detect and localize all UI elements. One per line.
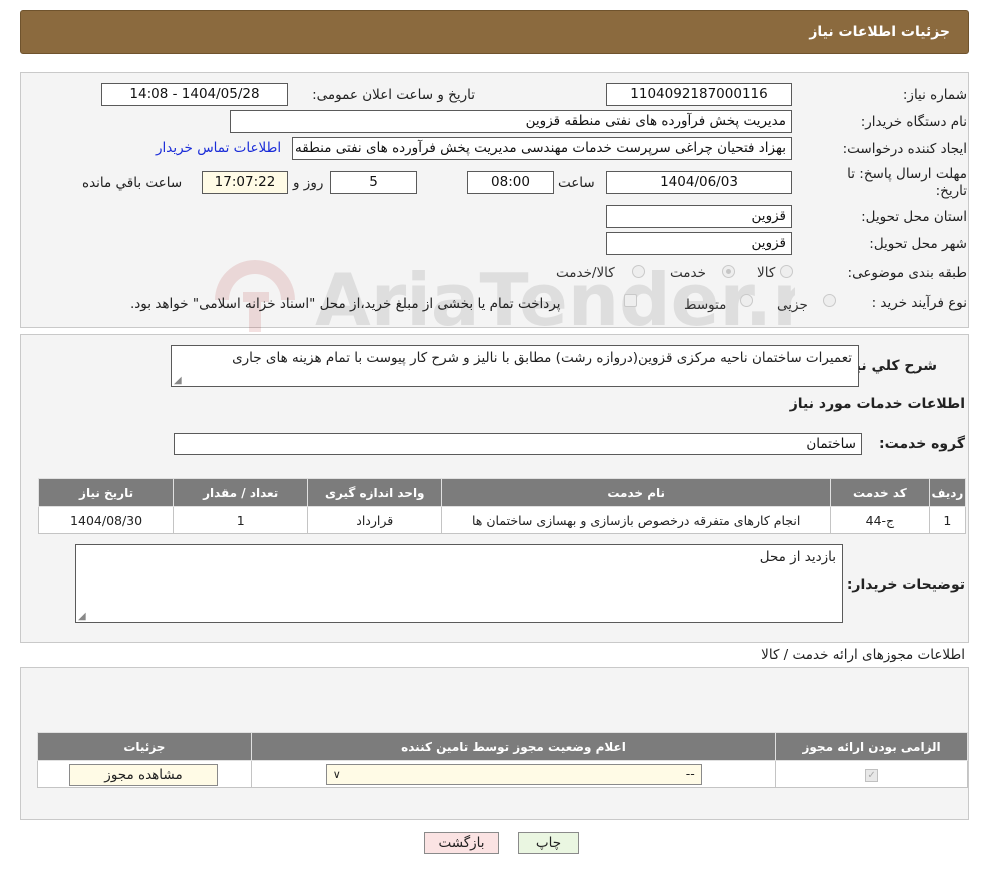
permit-status-value: -- — [685, 766, 695, 781]
view-permit-button[interactable]: مشاهده مجوز — [69, 764, 218, 786]
days-field: 5 — [330, 171, 417, 194]
cell-service-name: انجام کارهای متفرقه درخصوص بازسازی و بهس… — [441, 506, 832, 534]
province-label: استان محل تحویل: — [861, 209, 967, 225]
service-group-label: گروه خدمت: — [879, 436, 965, 452]
col-unit: واحد اندازه گیری — [307, 478, 443, 507]
col-service-code: کد خدمت — [830, 478, 930, 507]
category-goods-label: کالا — [757, 265, 776, 281]
category-service-radio[interactable] — [722, 265, 735, 278]
cell-quantity: 1 — [173, 506, 309, 534]
services-title: اطلاعات خدمات مورد نیاز — [789, 396, 965, 412]
city-field: قزوین — [606, 232, 792, 255]
buyer-notes-label: توضیحات خریدار: — [846, 577, 965, 593]
days-label: روز و — [293, 175, 324, 191]
category-goods-radio[interactable] — [780, 265, 793, 278]
process-label: نوع فرآیند خرید : — [871, 295, 967, 311]
need-number-field: 1104092187000116 — [606, 83, 792, 106]
need-number-label: شماره نیاز: — [902, 87, 967, 103]
announce-date-label: تاریخ و ساعت اعلان عمومی: — [312, 87, 475, 103]
province-field: قزوین — [606, 205, 792, 228]
city-label: شهر محل تحویل: — [869, 236, 967, 252]
col-quantity: تعداد / مقدار — [173, 478, 309, 507]
category-goods-service-label: کالا/خدمت — [556, 265, 615, 281]
cell-permit-status: ∨ -- — [250, 760, 777, 788]
permit-status-select[interactable]: ∨ -- — [325, 764, 702, 785]
services-table: ردیف کد خدمت نام خدمت واحد اندازه گیری ت… — [37, 478, 967, 534]
process-medium-label: متوسط — [684, 297, 727, 313]
buyer-notes-textarea: بازدید از محل ◢ — [75, 544, 843, 623]
remaining-time-label: ساعت باقي مانده — [82, 175, 183, 191]
category-label: طبقه بندی موضوعی: — [847, 265, 967, 281]
permit-required-checkbox: ✓ — [865, 769, 879, 782]
deadline-time-label: ساعت — [558, 175, 595, 191]
category-service-label: خدمت — [670, 265, 706, 281]
process-minor-radio[interactable] — [823, 294, 836, 307]
col-service-name: نام خدمت — [441, 478, 832, 507]
remaining-time-field: 17:07:22 — [202, 171, 288, 194]
announce-date-field: 1404/05/28 - 14:08 — [101, 83, 288, 106]
summary-text: تعمیرات ساختمان ناحیه مرکزی قزوین(دروازه… — [232, 350, 852, 366]
col-need-date: تاریخ نیاز — [37, 478, 175, 507]
creator-label: ایجاد کننده درخواست: — [842, 141, 967, 157]
buyer-contact-link[interactable]: اطلاعات تماس خریدار — [156, 140, 281, 156]
cell-permit-required: ✓ — [775, 760, 968, 788]
page-title: جزئیات اطلاعات نیاز — [809, 24, 950, 40]
cell-unit: قرارداد — [307, 506, 443, 534]
permits-table-header: الزامی بودن ارائه مجوز اعلام وضعیت مجوز … — [37, 732, 968, 761]
services-table-header: ردیف کد خدمت نام خدمت واحد اندازه گیری ت… — [37, 478, 967, 507]
resize-handle-icon[interactable]: ◢ — [174, 375, 182, 386]
buyer-org-field: مدیریت پخش فرآورده های نفتی منطقه قزوین — [230, 110, 792, 133]
page-header: جزئیات اطلاعات نیاز — [20, 10, 969, 54]
summary-textarea: تعمیرات ساختمان ناحیه مرکزی قزوین(دروازه… — [171, 345, 859, 387]
deadline-date-field: 1404/06/03 — [606, 171, 792, 194]
process-minor-label: جزیی — [777, 297, 808, 313]
col-row-number: ردیف — [928, 478, 967, 507]
buyer-org-label: نام دستگاه خریدار: — [860, 114, 967, 130]
cell-service-code: ج-44 — [830, 506, 930, 534]
service-group-field: ساختمان — [174, 433, 862, 455]
buyer-notes-text: بازدید از محل — [759, 549, 836, 565]
deadline-time-field: 08:00 — [467, 171, 554, 194]
resize-handle-icon[interactable]: ◢ — [78, 611, 86, 622]
process-medium-radio[interactable] — [740, 294, 753, 307]
treasury-note: پرداخت تمام یا بخشی از مبلغ خرید،از محل … — [130, 296, 561, 312]
cell-permit-details: مشاهده مجوز — [37, 760, 252, 788]
category-goods-service-radio[interactable] — [632, 265, 645, 278]
col-permit-details: جزئیات — [37, 732, 252, 761]
col-permit-status: اعلام وضعیت مجوز توسط تامین کننده — [250, 732, 777, 761]
cell-row-number: 1 — [928, 506, 967, 534]
print-button[interactable]: چاپ — [518, 832, 579, 854]
cell-need-date: 1404/08/30 — [37, 506, 175, 534]
back-button[interactable]: بازگشت — [424, 832, 499, 854]
deadline-label: مهلت ارسال پاسخ: تا تاریخ: — [847, 166, 967, 199]
permits-table: الزامی بودن ارائه مجوز اعلام وضعیت مجوز … — [37, 732, 968, 788]
treasury-checkbox[interactable] — [624, 294, 637, 307]
permits-title: اطلاعات مجوزهای ارائه خدمت / کالا — [761, 647, 965, 663]
table-row: 1 ج-44 انجام کارهای متفرقه درخصوص بازساز… — [37, 506, 967, 534]
chevron-down-icon: ∨ — [332, 768, 341, 781]
creator-field: بهزاد فتحیان چراغی سرپرست خدمات مهندسی م… — [292, 137, 792, 160]
table-row: ✓ ∨ -- مشاهده مجوز — [37, 760, 968, 788]
col-permit-required: الزامی بودن ارائه مجوز — [775, 732, 968, 761]
